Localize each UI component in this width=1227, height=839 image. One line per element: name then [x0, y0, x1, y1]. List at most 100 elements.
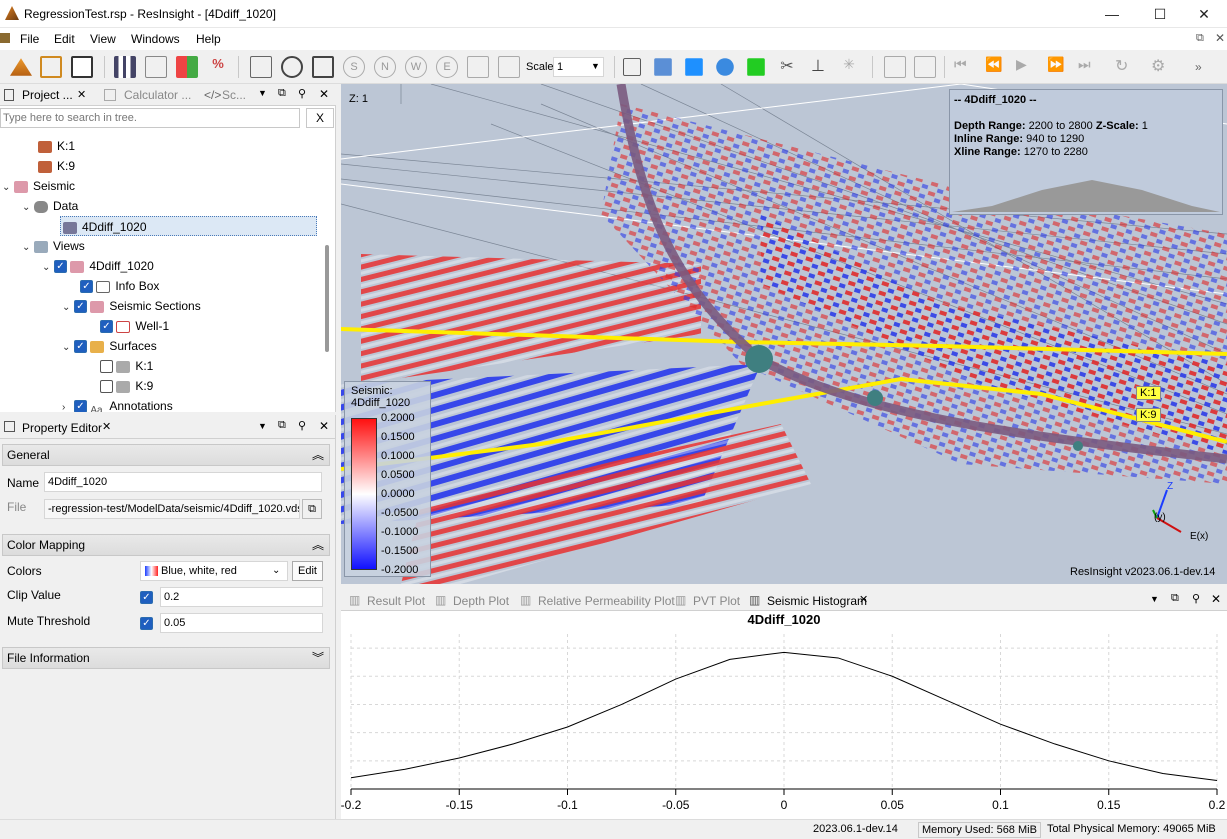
view-s-icon[interactable]: S: [343, 56, 365, 78]
pin-icon[interactable]: ⚲: [1192, 592, 1200, 605]
mute-threshold-field[interactable]: 0.05: [160, 613, 323, 633]
minimize-button[interactable]: —: [1089, 0, 1135, 28]
tab-result-plot[interactable]: Result Plot: [367, 594, 425, 608]
close-doc-icon[interactable]: ✕: [1215, 31, 1225, 45]
tree-search-input[interactable]: Type here to search in tree.: [0, 108, 300, 128]
mesh-icon[interactable]: ✳: [838, 56, 860, 78]
panel-menu-icon[interactable]: ▼: [258, 88, 267, 98]
open-project-icon[interactable]: [10, 58, 32, 76]
faults-icon[interactable]: ✂: [776, 56, 798, 78]
close-panel-icon[interactable]: ✕: [1211, 592, 1221, 606]
menu-edit[interactable]: Edit: [54, 32, 75, 46]
expand-arrow-icon[interactable]: ⌄: [22, 198, 34, 218]
colors-select[interactable]: Blue, white, red ⌄: [140, 561, 288, 581]
k1-checkbox[interactable]: [100, 360, 113, 374]
k9-checkbox[interactable]: [100, 380, 113, 394]
group-general[interactable]: General ︽: [2, 444, 330, 466]
close-panel-icon[interactable]: ✕: [319, 419, 329, 433]
last-step-icon[interactable]: ⏭: [1078, 56, 1100, 78]
close-tab-icon[interactable]: ✕: [77, 88, 86, 101]
view-up-icon[interactable]: [498, 56, 520, 78]
color-icon[interactable]: [176, 56, 198, 78]
tree-item-k1-surface[interactable]: K:1: [100, 356, 153, 376]
tree-item-views[interactable]: ⌄ Views: [22, 236, 85, 256]
view-w-icon[interactable]: W: [405, 56, 427, 78]
sections-checkbox[interactable]: ✓: [74, 300, 87, 314]
expand-arrow-icon[interactable]: ⌄: [62, 298, 74, 318]
first-step-icon[interactable]: ⏮: [954, 56, 976, 78]
view-e-icon[interactable]: E: [436, 56, 458, 78]
annotations-checkbox[interactable]: ✓: [74, 400, 87, 412]
collapse-arrow-icon[interactable]: ›: [62, 398, 74, 412]
expand-arrow-icon[interactable]: ⌄: [42, 258, 54, 278]
tab-calculator[interactable]: Calculator ...: [124, 86, 191, 106]
slider-right-icon[interactable]: [914, 56, 936, 78]
info-box-checkbox[interactable]: ✓: [80, 280, 93, 294]
close-panel-icon[interactable]: ✕: [319, 87, 329, 101]
well-marker[interactable]: [867, 390, 883, 406]
tab-project[interactable]: Project ...: [22, 86, 73, 106]
slider-left-icon[interactable]: [884, 56, 906, 78]
tree-item-k9-surface[interactable]: K:9: [100, 376, 153, 396]
clip-value-checkbox[interactable]: ✓: [140, 591, 153, 604]
repeat-icon[interactable]: ↻: [1115, 56, 1137, 78]
view-n-icon[interactable]: N: [374, 56, 396, 78]
next-step-icon[interactable]: ⏩: [1047, 56, 1069, 78]
settings-icon[interactable]: ⚙: [1151, 56, 1173, 78]
tree-item-annotations[interactable]: › ✓ Aa Annotations: [62, 396, 173, 412]
tab-pvt-plot[interactable]: PVT Plot: [693, 594, 740, 608]
tree-item-surfaces[interactable]: ⌄ ✓ Surfaces: [62, 336, 157, 356]
cube-outline-icon[interactable]: [623, 58, 641, 76]
close-tab-icon[interactable]: ✕: [102, 420, 111, 433]
well-checkbox[interactable]: ✓: [100, 320, 113, 334]
file-field[interactable]: -regression-test/ModelData/seismic/4Ddif…: [44, 499, 300, 519]
cube-blue-icon[interactable]: [654, 58, 672, 76]
edit-colors-button[interactable]: Edit: [292, 561, 323, 581]
histogram-chart[interactable]: -0.2 -0.15 -0.1 -0.05 0 0.05 0.1 0.15 0.2: [341, 629, 1227, 819]
cube-grid-icon[interactable]: [747, 58, 765, 76]
tab-relperm-plot[interactable]: Relative Permeability Plot: [538, 594, 675, 608]
float-icon[interactable]: ⧉: [1171, 592, 1179, 605]
seismic-3d-view[interactable]: Z: 1 -- 4Ddiff_1020 -- Depth Range: 2200…: [341, 84, 1227, 584]
tab-script[interactable]: Sc...: [222, 86, 246, 106]
expand-arrow-icon[interactable]: ⌄: [22, 238, 34, 258]
well-marker[interactable]: [745, 345, 773, 373]
pin-icon[interactable]: ⚲: [298, 419, 306, 432]
window-icon[interactable]: [145, 56, 167, 78]
tree-item-k1-top[interactable]: K:1: [38, 136, 75, 156]
close-button[interactable]: ✕: [1181, 0, 1227, 28]
calculator-icon[interactable]: %: [207, 56, 229, 78]
panel-menu-icon[interactable]: ▼: [258, 421, 267, 431]
menu-view[interactable]: View: [90, 32, 116, 46]
menu-file[interactable]: File: [20, 32, 39, 46]
cube-solid-icon[interactable]: [685, 58, 703, 76]
play-icon[interactable]: ▶: [1016, 56, 1038, 78]
tree-item-seismic-sections[interactable]: ⌄ ✓ Seismic Sections: [62, 296, 201, 316]
tab-depth-plot[interactable]: Depth Plot: [453, 594, 509, 608]
view-checkbox[interactable]: ✓: [54, 260, 67, 274]
menu-windows[interactable]: Windows: [131, 32, 180, 46]
tree-item-seismic[interactable]: ⌄ Seismic: [2, 176, 75, 196]
restore-icon[interactable]: ⧉: [1196, 32, 1204, 45]
group-color-mapping[interactable]: Color Mapping ︽: [2, 534, 330, 556]
pin-icon[interactable]: ⚲: [298, 87, 306, 100]
clip-value-field[interactable]: 0.2: [160, 587, 323, 607]
tree-item-4ddiff-view[interactable]: ⌄ ✓ 4Ddiff_1020: [42, 256, 154, 276]
tree-item-well1[interactable]: ✓ Well-1: [100, 316, 169, 336]
float-icon[interactable]: ⧉: [278, 419, 286, 432]
view-down-icon[interactable]: [467, 56, 489, 78]
prev-step-icon[interactable]: ⏪: [985, 56, 1007, 78]
tab-seismic-histogram[interactable]: Seismic Histogram: [767, 594, 867, 608]
float-icon[interactable]: ⧉: [278, 87, 286, 100]
clear-search-button[interactable]: X: [306, 108, 334, 128]
tree-item-info-box[interactable]: ✓ Info Box: [80, 276, 159, 296]
group-file-information[interactable]: File Information ︾: [2, 647, 330, 669]
close-tab-icon[interactable]: ✕: [859, 593, 868, 606]
tree-item-4ddiff-data[interactable]: 4Ddiff_1020: [60, 216, 317, 236]
tree-item-data[interactable]: ⌄ Data: [22, 196, 78, 216]
fit-view-icon[interactable]: [312, 56, 334, 78]
surfaces-checkbox[interactable]: ✓: [74, 340, 87, 354]
import-icon[interactable]: [40, 56, 62, 78]
mute-threshold-checkbox[interactable]: ✓: [140, 617, 153, 630]
tree-item-k9-top[interactable]: K:9: [38, 156, 75, 176]
